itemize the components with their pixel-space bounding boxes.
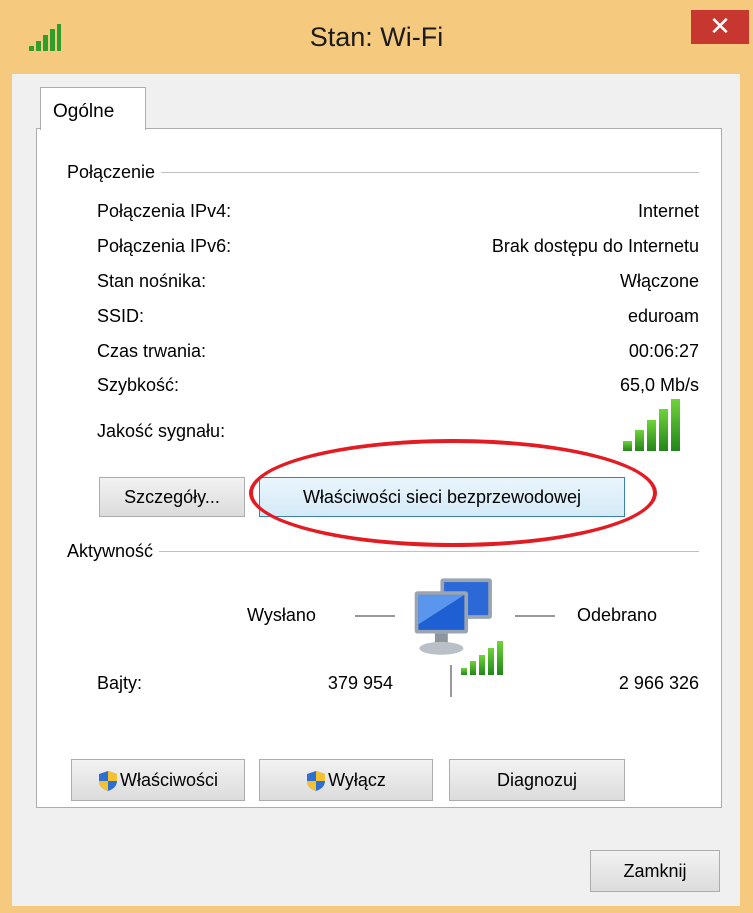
general-tab-panel: Połączenie Połączenia IPv4: Internet Poł… [36,128,722,808]
uac-shield-icon [98,771,117,792]
ssid-label: SSID: [97,306,145,326]
network-signal-icon [461,641,505,675]
connection-group-line [67,172,699,173]
signal-bar [659,409,668,451]
received-connector [515,615,555,617]
speed-label: Szybkość: [97,375,180,395]
disable-button-label: Wyłącz [328,770,386,790]
bytes-received-value: 2 966 326 [618,673,699,693]
ipv4-label: Połączenia IPv4: [97,201,232,221]
disable-button[interactable]: Wyłącz [259,759,433,801]
close-button[interactable]: Zamknij [590,850,720,892]
title-bar[interactable]: Stan: Wi-Fi ✕ [0,0,753,80]
close-window-button[interactable]: ✕ [691,10,749,44]
bytes-label: Bajty: [97,673,143,693]
uac-shield-icon [307,771,326,792]
properties-button[interactable]: Właściwości [71,759,245,801]
ssid-value: eduroam [627,306,699,326]
ipv6-value: Brak dostępu do Internetu [491,236,699,256]
ipv6-label: Połączenia IPv6: [97,236,232,256]
signal-bar [671,399,680,451]
activity-group-header: Aktywność [67,541,160,562]
dialog-body: Ogólne Połączenie Połączenia IPv4: Inter… [12,74,740,906]
media-state-label: Stan nośnika: [97,271,207,291]
received-label: Odebrano [577,605,658,625]
bytes-divider [450,665,452,697]
wifi-status-window: Stan: Wi-Fi ✕ Ogólne Połączenie Połączen… [0,0,753,913]
sent-label: Wysłano [247,605,316,625]
highlight-ellipse [249,439,657,547]
tab-general[interactable]: Ogólne [40,87,146,130]
media-state-value: Włączone [619,271,699,291]
signal-bar [479,655,485,675]
sent-connector [355,615,395,617]
signal-bar [461,668,467,675]
duration-label: Czas trwania: [97,341,207,361]
signal-bar [623,441,632,451]
bytes-sent-value: 379 954 [327,673,393,693]
signal-strength-icon [623,399,683,451]
window-title: Stan: Wi-Fi [309,22,444,52]
ipv4-value: Internet [637,201,699,221]
signal-bar [488,648,494,675]
signal-bar [497,641,503,675]
signal-bar [470,661,476,675]
speed-value: 65,0 Mb/s [619,375,699,395]
connection-group-header: Połączenie [67,162,162,183]
diagnose-button[interactable]: Diagnozuj [449,759,625,801]
signal-bar [647,420,656,451]
activity-group-line [67,551,699,552]
properties-button-label: Właściwości [119,770,218,790]
signal-bar [635,430,644,451]
details-button[interactable]: Szczegóły... [99,477,245,517]
duration-value: 00:06:27 [628,341,699,361]
signal-quality-label: Jakość sygnału: [97,421,226,441]
